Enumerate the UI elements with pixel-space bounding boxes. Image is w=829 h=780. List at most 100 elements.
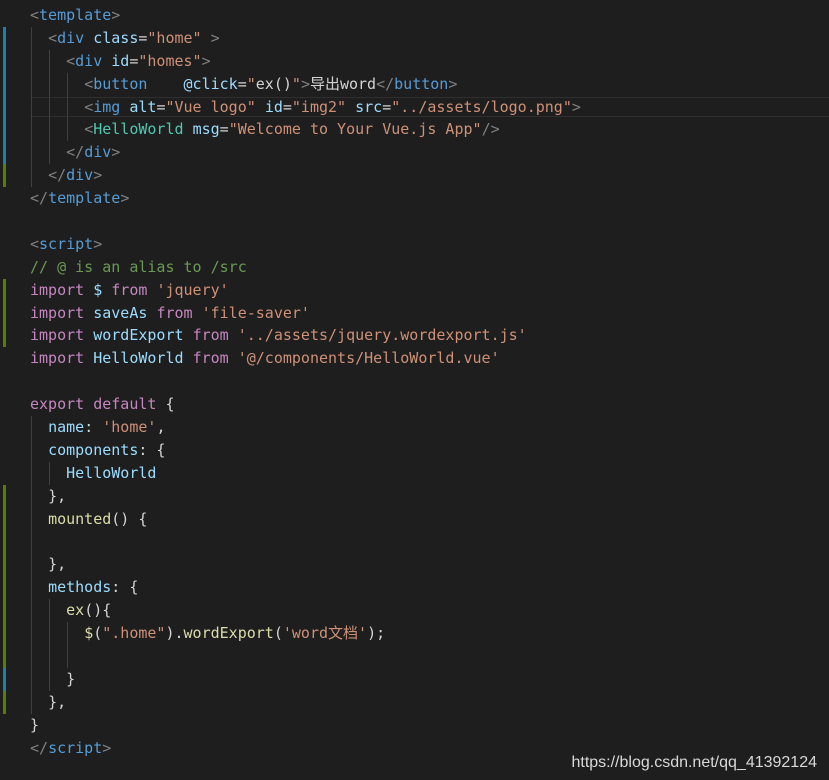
code-token: (: [273, 624, 283, 643]
code-line[interactable]: HelloWorld: [30, 461, 829, 485]
code-token: 'home': [102, 418, 157, 437]
code-line[interactable]: }: [30, 714, 829, 737]
code-token: 'word文档': [282, 624, 368, 643]
code-token: >: [201, 51, 211, 70]
code-token: >: [93, 166, 103, 185]
code-line[interactable]: </template>: [30, 187, 829, 210]
code-token: ,: [156, 418, 166, 437]
code-token: 'file-saver': [201, 303, 310, 322]
code-token: div: [75, 51, 103, 70]
code-line[interactable]: <button @click="ex()">导出word</button>: [30, 72, 829, 96]
code-line[interactable]: $(".home").wordExport('word文档');: [30, 622, 829, 645]
code-line[interactable]: [30, 644, 829, 668]
code-token: <: [84, 97, 94, 116]
code-line[interactable]: <HelloWorld msg="Welcome to Your Vue.js …: [30, 118, 829, 142]
code-token: import: [30, 326, 85, 345]
gutter-change-markers: [0, 0, 8, 780]
code-token: '../assets/jquery.wordexport.js': [237, 326, 527, 345]
code-token: </: [30, 189, 49, 208]
code-token: </: [30, 738, 49, 757]
code-token: >: [102, 738, 112, 757]
code-token: script: [48, 738, 103, 757]
code-line[interactable]: methods: {: [30, 576, 829, 600]
code-token: "img2": [291, 97, 347, 116]
change-marker: [3, 278, 6, 348]
code-line[interactable]: [30, 210, 829, 233]
code-line[interactable]: import saveAs from 'file-saver': [30, 302, 829, 325]
change-marker: [3, 164, 6, 188]
code-line[interactable]: import HelloWorld from '@/components/Hel…: [30, 347, 829, 370]
code-line[interactable]: [30, 370, 829, 393]
code-token: wordExport: [183, 624, 274, 643]
code-token: <: [84, 120, 94, 139]
code-token: $: [93, 280, 103, 299]
code-line[interactable]: }: [30, 667, 829, 691]
code-line[interactable]: },: [30, 690, 829, 714]
code-token: button: [394, 74, 449, 93]
code-line[interactable]: components: {: [30, 438, 829, 462]
code-token: {: [156, 395, 175, 414]
code-area[interactable]: <template> <div class="home" > <div id="…: [30, 4, 829, 759]
code-line[interactable]: import wordExport from '../assets/jquery…: [30, 324, 829, 347]
code-token: @click: [183, 74, 238, 93]
code-line[interactable]: <div id="homes">: [30, 49, 829, 73]
code-token: components: [48, 440, 139, 459]
code-token: >: [120, 189, 130, 208]
code-line[interactable]: </div>: [30, 164, 829, 188]
code-line[interactable]: export default {: [30, 393, 829, 416]
code-token: (){: [84, 601, 112, 620]
code-token: methods: [48, 578, 112, 597]
code-line[interactable]: // @ is an alias to /src: [30, 256, 829, 279]
code-editor[interactable]: <template> <div class="home" > <div id="…: [0, 0, 829, 780]
code-token: from: [156, 303, 193, 322]
code-token: class: [93, 28, 139, 47]
code-token: }: [66, 669, 76, 688]
code-line[interactable]: name: 'home',: [30, 416, 829, 439]
code-token: default: [93, 395, 157, 414]
code-token: "Vue logo": [165, 97, 256, 116]
watermark-url: https://blog.csdn.net/qq_41392124: [569, 754, 819, 772]
code-line[interactable]: },: [30, 484, 829, 508]
code-line[interactable]: <template>: [30, 4, 829, 27]
code-token: name: [48, 418, 85, 437]
code-line[interactable]: <script>: [30, 233, 829, 256]
code-token: div: [66, 166, 94, 185]
code-token: id: [264, 97, 283, 116]
code-token: id: [111, 51, 130, 70]
code-token: 导出word: [309, 74, 377, 93]
code-token: "home": [147, 28, 202, 47]
code-line[interactable]: [30, 530, 829, 554]
code-line[interactable]: mounted() {: [30, 507, 829, 531]
code-token: </: [48, 166, 67, 185]
code-token: ".home": [102, 624, 166, 643]
code-token: (: [93, 624, 103, 643]
code-token: button: [93, 74, 148, 93]
code-line[interactable]: ex(){: [30, 599, 829, 623]
code-token: }: [30, 715, 40, 734]
code-line[interactable]: <div class="home" >: [30, 26, 829, 50]
code-line[interactable]: },: [30, 553, 829, 577]
code-token: src: [355, 97, 383, 116]
code-line[interactable]: </div>: [30, 141, 829, 165]
code-line[interactable]: import $ from 'jquery': [30, 279, 829, 302]
code-line[interactable]: <img alt="Vue logo" id="img2" src="../as…: [30, 95, 829, 119]
